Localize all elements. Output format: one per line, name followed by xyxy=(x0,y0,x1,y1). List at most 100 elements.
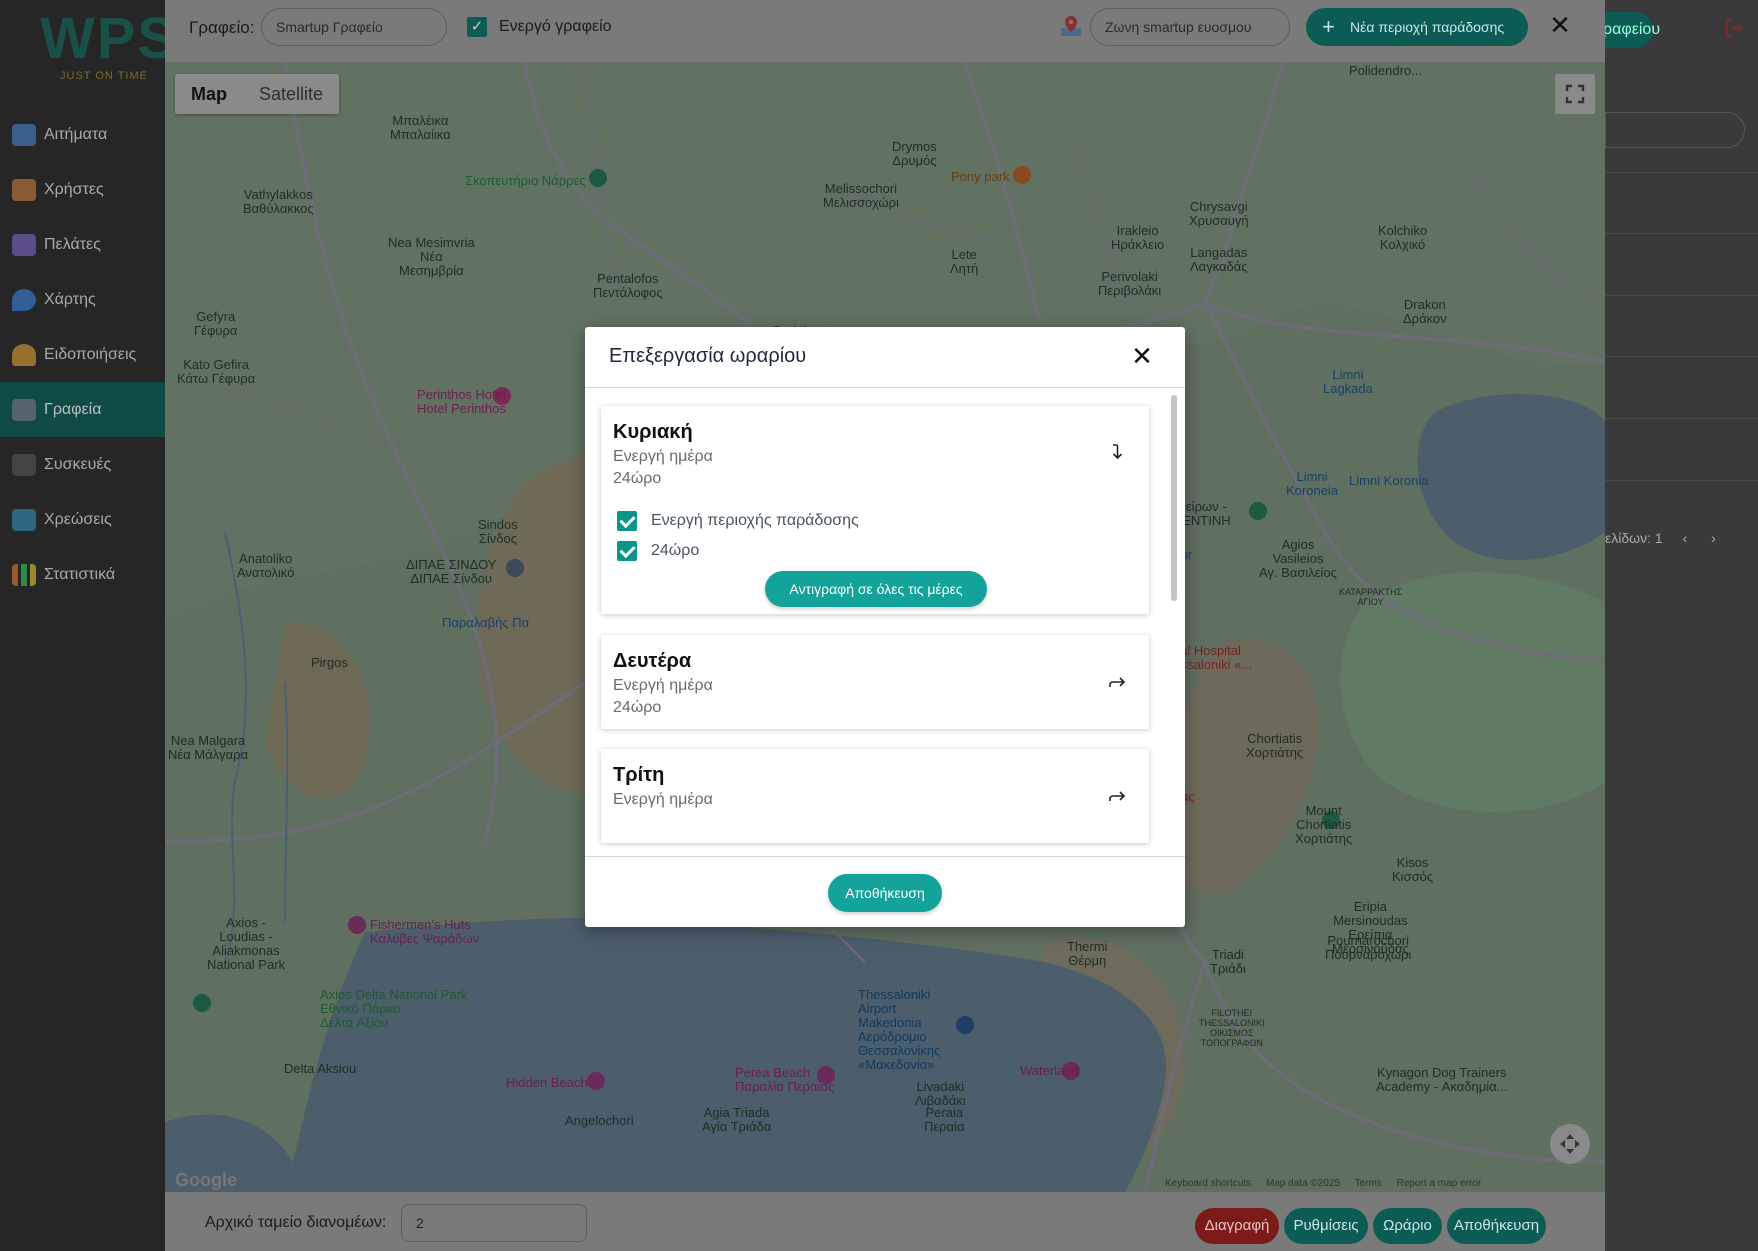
sidebar-item-map[interactable]: Χάρτης xyxy=(0,272,165,327)
map-type-map[interactable]: Map xyxy=(175,74,243,114)
report-error-link[interactable]: Report a map error xyxy=(1397,1178,1481,1189)
map-place-label: Perea Beach Παραλία Περαίας xyxy=(735,1065,835,1094)
modal-body[interactable]: Κυριακή Ενεργή ημέρα 24ώρο Ενεργή περιοχ… xyxy=(585,389,1185,856)
map-attribution: Keyboard shortcuts Map data ©2025 Terms … xyxy=(1165,1178,1493,1189)
map-place-label: Mount Chortiatis Χορτιάτης xyxy=(1295,803,1353,846)
map-place-label: Drakon Δράκον xyxy=(1403,297,1447,326)
sidebar-item-users[interactable]: Χρήστες xyxy=(0,162,165,217)
terms-link[interactable]: Terms xyxy=(1355,1178,1382,1189)
close-panel-button[interactable]: ✕ xyxy=(1545,10,1575,40)
active-delivery-area-checkbox[interactable] xyxy=(617,511,637,531)
map-place-label: Thessaloniki Airport Makedonia Αερόδρομιο Θε… xyxy=(858,987,941,1072)
sidebar: WPS JUST ON TIME Αιτήματα Χρήστες Πελάτε… xyxy=(0,0,179,1251)
fullscreen-button[interactable] xyxy=(1555,74,1595,114)
day-status: Ενεργή ημέρα xyxy=(613,448,713,465)
map-place-label: Kolchiko Κολχικό xyxy=(1378,223,1428,252)
active-office-checkbox[interactable]: ✓ xyxy=(467,17,487,37)
map-place-label: Angelochori xyxy=(565,1113,634,1128)
sidebar-item-customers[interactable]: Πελάτες xyxy=(0,217,165,272)
map-place-label: Σκοπευτήριο Νάρρες xyxy=(465,173,586,188)
map-place-label: ΚΑΤΑΡΡΑΚΤΗΣ ΑΓΙΟΥ xyxy=(1339,587,1403,607)
sidebar-item-offices[interactable]: Γραφεία xyxy=(0,382,165,437)
sidebar-nav: Αιτήματα Χρήστες Πελάτες Χάρτης Ειδοποιή… xyxy=(0,107,165,602)
sidebar-item-label: Στατιστικά xyxy=(44,565,116,583)
requests-icon xyxy=(12,123,36,146)
all-day-label: 24ώρο xyxy=(651,542,700,559)
map-place-label: Perivolaki Περιβολάκι xyxy=(1098,269,1162,298)
map-place-label: Delta Aksiou xyxy=(284,1061,357,1076)
map-place-label: Kato Gefira Κάτω Γέφυρα xyxy=(177,357,256,386)
map-place-label: Perinthos Hotel Hotel Perinthos xyxy=(417,387,506,416)
close-modal-button[interactable]: ✕ xyxy=(1127,341,1157,371)
new-delivery-area-button[interactable]: + Νέα περιοχή παράδοσης xyxy=(1306,8,1528,46)
map-place-label: Anatoliko Ανατολικό xyxy=(237,551,295,580)
map-pin-icon xyxy=(12,288,36,311)
prev-page-icon[interactable]: ‹ xyxy=(1683,530,1688,546)
settings-button[interactable]: Ρυθμίσεις xyxy=(1284,1208,1368,1244)
modal-scrollbar[interactable] xyxy=(1171,395,1177,601)
map-place-label: Limni Koroneia xyxy=(1286,469,1339,498)
divider xyxy=(1605,233,1758,234)
divider xyxy=(1605,418,1758,419)
background-search-field[interactable] xyxy=(1605,112,1745,148)
sidebar-item-stats[interactable]: Στατιστικά xyxy=(0,547,165,602)
schedule-button[interactable]: Ωράριο xyxy=(1373,1208,1442,1244)
day-card-monday[interactable]: Δευτέρα Ενεργή ημέρα 24ώρο xyxy=(601,635,1149,729)
initial-cash-input[interactable]: 2 xyxy=(401,1204,587,1242)
new-delivery-area-label: Νέα περιοχή παράδοσης xyxy=(1350,19,1505,35)
sidebar-item-charges[interactable]: Χρεώσεις xyxy=(0,492,165,547)
logo-mark: WPS xyxy=(40,6,179,71)
save-office-button[interactable]: Αποθήκευση xyxy=(1447,1208,1546,1244)
panel-footer: Αρχικό ταμείο διανομέων: 2 Διαγραφή Ρυθμ… xyxy=(165,1192,1605,1251)
sidebar-item-devices[interactable]: Συσκευές xyxy=(0,437,165,492)
active-delivery-area-label: Ενεργή περιοχής παράδοσης xyxy=(651,512,859,529)
active-office-label: Ενεργό γραφείο xyxy=(499,18,612,35)
map-place-label: Waterland xyxy=(1020,1063,1079,1078)
map-pin-icon xyxy=(1061,16,1081,36)
sidebar-item-requests[interactable]: Αιτήματα xyxy=(0,107,165,162)
active-delivery-area-option[interactable]: Ενεργή περιοχής παράδοσης xyxy=(617,511,859,531)
add-office-button[interactable]: γραφείου xyxy=(1595,12,1660,48)
keyboard-shortcuts-link[interactable]: Keyboard shortcuts xyxy=(1165,1178,1251,1189)
schedule-edit-modal: Επεξεργασία ωραρίου ✕ Κυριακή Ενεργή ημέ… xyxy=(585,327,1185,927)
all-day-checkbox[interactable] xyxy=(617,541,637,561)
map-place-label: Sindos Σίνδος xyxy=(478,517,518,546)
office-name-input[interactable]: Smartup Γραφείο xyxy=(261,8,447,46)
logout-icon[interactable] xyxy=(1722,16,1746,40)
sidebar-item-notifications[interactable]: Ειδοποιήσεις xyxy=(0,327,165,382)
expand-arrow-icon[interactable] xyxy=(1105,671,1129,695)
map-place-label: Pournarochori Πουρναροχώρι xyxy=(1325,933,1412,962)
day-hours: 24ώρο xyxy=(613,699,662,716)
collapse-arrow-icon[interactable] xyxy=(1105,440,1129,464)
next-page-icon[interactable]: › xyxy=(1711,530,1716,546)
day-name: Τρίτη xyxy=(613,764,665,786)
delete-button[interactable]: Διαγραφή xyxy=(1195,1208,1279,1244)
zone-name-input[interactable]: Ζωνη smartup ευοσμου xyxy=(1090,8,1290,46)
day-card-tuesday[interactable]: Τρίτη Ενεργή ημέρα xyxy=(601,749,1149,843)
sidebar-item-label: Χρήστες xyxy=(44,180,104,198)
plus-icon: + xyxy=(1322,14,1335,39)
sidebar-item-label: Γραφεία xyxy=(44,400,102,418)
charges-icon xyxy=(12,508,36,531)
sidebar-item-label: Χάρτης xyxy=(44,290,96,308)
map-place-label: FILOTHEI THESSALONIKI ΟΙΚΙΣΜΟΣ ΤΟΠΟΓΡΑΦΩΝ xyxy=(1199,1008,1265,1048)
day-hours: 24ώρο xyxy=(613,470,662,487)
map-place-label: Livadaki Λιβαδάκι xyxy=(915,1079,966,1108)
pager-text: ελίδων: 1 xyxy=(1605,530,1663,546)
map-place-label: Nea Mesimvria Νέα Μεσημβρία xyxy=(388,235,475,278)
camera-control-button[interactable] xyxy=(1550,1124,1590,1164)
expand-arrow-icon[interactable] xyxy=(1105,785,1129,809)
google-logo: Google xyxy=(175,1170,237,1190)
map-place-label: Chrysavgi Χρυσαυγή xyxy=(1189,199,1249,228)
map-place-label: Μπαλέικα Μπαλαίικα xyxy=(390,113,451,142)
map-place-label: Vathylakkos Βαθύλακκος xyxy=(243,187,314,216)
panel-topbar: Γραφείο: Smartup Γραφείο ✓ Ενεργό γραφεί… xyxy=(165,0,1605,62)
map-place-label: Παραλαβής Πα xyxy=(442,615,530,630)
all-day-option[interactable]: 24ώρο xyxy=(617,541,699,561)
app-logo[interactable]: WPS JUST ON TIME xyxy=(40,6,179,88)
save-schedule-button[interactable]: Αποθήκευση xyxy=(828,874,942,912)
copy-to-all-days-button[interactable]: Αντιγραφή σε όλες τις μέρες xyxy=(765,571,987,607)
background-page: γραφείου ελίδων: 1 ‹ › xyxy=(1595,0,1758,1251)
map-type-satellite[interactable]: Satellite xyxy=(243,74,339,114)
bell-icon xyxy=(12,343,36,366)
